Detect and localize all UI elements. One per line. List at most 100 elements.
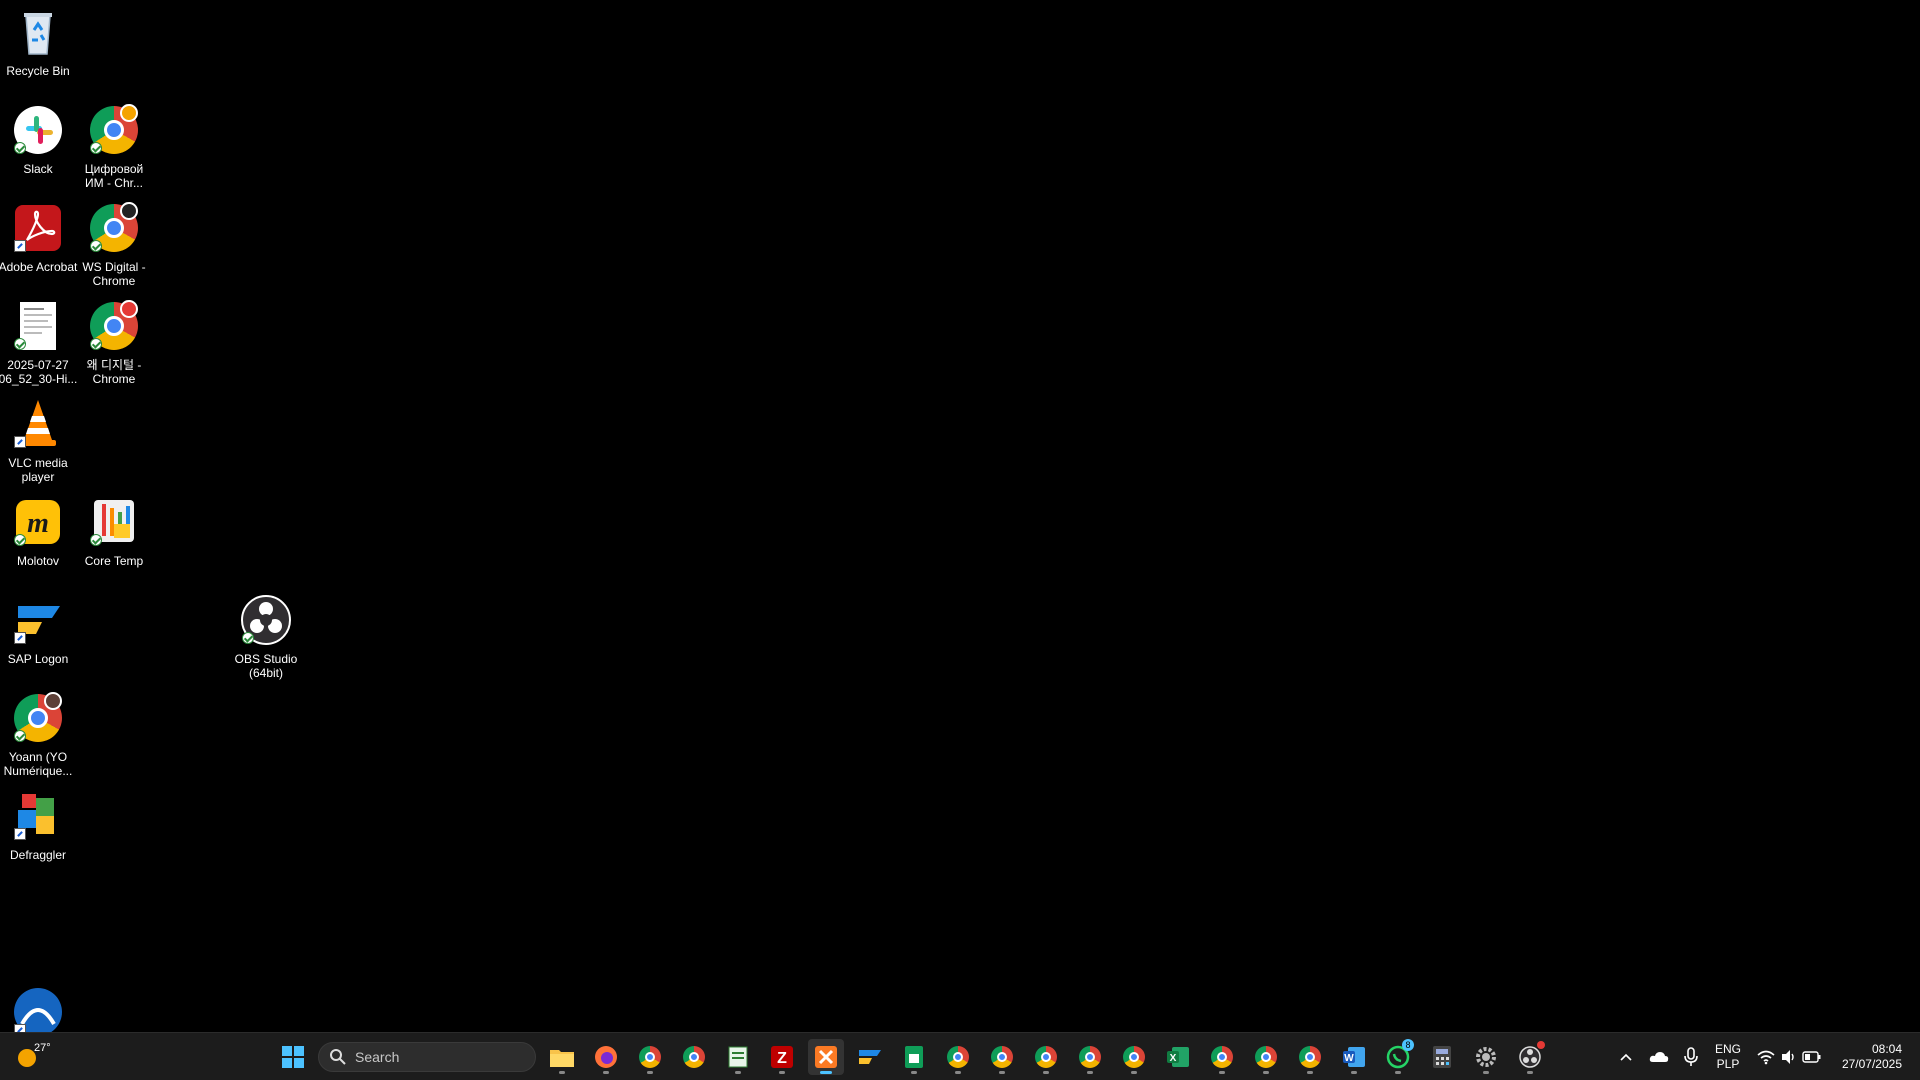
chrome-icon (1079, 1046, 1101, 1068)
weather-temp: 27° (34, 1042, 51, 1054)
sap-logon-icon (12, 594, 64, 646)
desktop-icon-label: SAP Logon (7, 652, 69, 666)
taskbar-excel[interactable]: X (1160, 1039, 1196, 1075)
taskbar-chrome-5[interactable] (1028, 1039, 1064, 1075)
desktop-icon-chrome-korean[interactable]: 왜 디지털 - Chrome (74, 300, 154, 386)
microphone-button[interactable] (1682, 1046, 1700, 1068)
folder-icon (550, 1050, 574, 1067)
svg-text:X: X (1170, 1053, 1177, 1064)
notepad-icon (728, 1046, 748, 1068)
word-icon: W (1343, 1047, 1365, 1067)
taskbar-file-explorer[interactable] (544, 1039, 580, 1075)
taskbar-firefox[interactable] (588, 1039, 624, 1075)
xampp-icon (815, 1046, 837, 1068)
taskbar-notepad[interactable] (720, 1039, 756, 1075)
svg-text:m: m (27, 508, 49, 539)
desktop-icon-partial[interactable] (0, 986, 78, 1038)
recycle-bin-icon (12, 6, 64, 58)
desktop-icon-label: 왜 디지털 - Chrome (86, 358, 142, 386)
volume-icon (1782, 1050, 1794, 1064)
sync-check-icon (90, 338, 102, 350)
svg-text:Z: Z (777, 1050, 787, 1067)
taskbar-settings[interactable] (1468, 1039, 1504, 1075)
desktop-icon-label: Recycle Bin (6, 64, 70, 78)
desktop-icon-label: OBS Studio (64bit) (234, 652, 298, 680)
taskbar-obs[interactable] (1512, 1039, 1548, 1075)
taskbar: 27° Z (0, 1032, 1920, 1080)
desktop-icon-label: VLC media player (8, 456, 68, 484)
vlc-cone-icon (12, 398, 64, 450)
spreadsheet-icon (905, 1046, 923, 1068)
shortcut-arrow-icon (14, 632, 26, 644)
firefox-icon (595, 1046, 617, 1068)
chrome-profile-icon (12, 692, 64, 744)
taskbar-chrome-4[interactable] (984, 1039, 1020, 1075)
taskbar-filezilla[interactable]: Z (764, 1039, 800, 1075)
core-temp-thermometer-icon (88, 496, 140, 548)
desktop-icon-slack[interactable]: Slack (0, 104, 78, 176)
clock-time: 08:04 (1871, 1042, 1902, 1056)
desktop-icon-core-temp[interactable]: Core Temp (74, 496, 154, 568)
desktop-icon-vlc[interactable]: VLC media player (0, 398, 78, 484)
chrome-icon (1123, 1046, 1145, 1068)
chrome-icon (1299, 1046, 1321, 1068)
desktop-icon-molotov[interactable]: m Molotov (0, 496, 78, 568)
desktop-icon-chrome-ws-digital[interactable]: WS Digital - Chrome (74, 202, 154, 288)
whatsapp-unread-badge: 8 (1402, 1039, 1414, 1051)
taskbar-calculator[interactable] (1424, 1039, 1460, 1075)
desktop-icon-defraggler[interactable]: Defraggler (0, 790, 78, 862)
microphone-icon (1684, 1047, 1698, 1066)
taskbar-chrome-7[interactable] (1116, 1039, 1152, 1075)
svg-text:W: W (1344, 1053, 1354, 1064)
calculator-icon (1433, 1046, 1451, 1068)
chrome-icon (1211, 1046, 1233, 1068)
taskbar-chrome-3[interactable] (940, 1039, 976, 1075)
taskbar-search[interactable] (318, 1042, 536, 1072)
search-input[interactable] (353, 1048, 527, 1066)
taskbar-chrome-6[interactable] (1072, 1039, 1108, 1075)
taskbar-chrome-8[interactable] (1204, 1039, 1240, 1075)
clock-date: 27/07/2025 (1841, 1057, 1902, 1071)
taskbar-whatsapp[interactable]: 8 (1380, 1039, 1416, 1075)
sync-check-icon (14, 142, 26, 154)
desktop-icon-label: Slack (23, 162, 53, 176)
molotov-icon: m (12, 496, 64, 548)
clock[interactable]: 08:04 27/07/2025 (1830, 1042, 1906, 1072)
desktop-icon-chrome-cifrovoy[interactable]: Цифровой ИМ - Chr... (74, 104, 154, 190)
show-hidden-icons-button[interactable] (1616, 1047, 1636, 1067)
desktop-icon-label: WS Digital - Chrome (82, 260, 146, 288)
taskbar-sap[interactable] (852, 1039, 888, 1075)
desktop-icon-document[interactable]: 2025-07-27 06_52_30-Hi... (0, 300, 78, 386)
desktop-icon-label: Core Temp (84, 554, 144, 568)
taskbar-word[interactable]: W (1336, 1039, 1372, 1075)
windows-logo-icon (282, 1046, 304, 1068)
language-code: ENG (1714, 1042, 1741, 1056)
search-icon (330, 1049, 346, 1065)
adobe-acrobat-icon (12, 202, 64, 254)
chrome-icon (683, 1046, 705, 1068)
desktop-icon-adobe-acrobat[interactable]: Adobe Acrobat (0, 202, 78, 274)
taskbar-chrome-1[interactable] (632, 1039, 668, 1075)
quick-settings-button[interactable] (1756, 1045, 1826, 1069)
taskbar-xampp[interactable] (808, 1039, 844, 1075)
sync-check-icon (14, 338, 26, 350)
desktop-icon-recycle-bin[interactable]: Recycle Bin (0, 6, 78, 78)
desktop-icon-obs[interactable]: OBS Studio (64bit) (226, 594, 306, 680)
chrome-icon (947, 1046, 969, 1068)
taskbar-chrome-9[interactable] (1248, 1039, 1284, 1075)
weather-widget[interactable]: 27° (14, 1041, 54, 1073)
keyboard-layout-code: PLP (1716, 1057, 1740, 1071)
onedrive-button[interactable] (1648, 1047, 1670, 1067)
chrome-profile-icon (88, 104, 140, 156)
desktop-icon-chrome-yoann[interactable]: Yoann (YO Numérique... (0, 692, 78, 778)
chrome-profile-icon (88, 202, 140, 254)
taskbar-chrome-2[interactable] (676, 1039, 712, 1075)
start-button[interactable] (275, 1039, 311, 1075)
taskbar-sheets[interactable] (896, 1039, 932, 1075)
sync-check-icon (14, 730, 26, 742)
desktop-icon-sap-logon[interactable]: SAP Logon (0, 594, 78, 666)
sync-check-icon (90, 240, 102, 252)
taskbar-chrome-10[interactable] (1292, 1039, 1328, 1075)
input-language-indicator[interactable]: ENG PLP (1712, 1042, 1744, 1072)
chevron-up-icon (1620, 1053, 1632, 1061)
